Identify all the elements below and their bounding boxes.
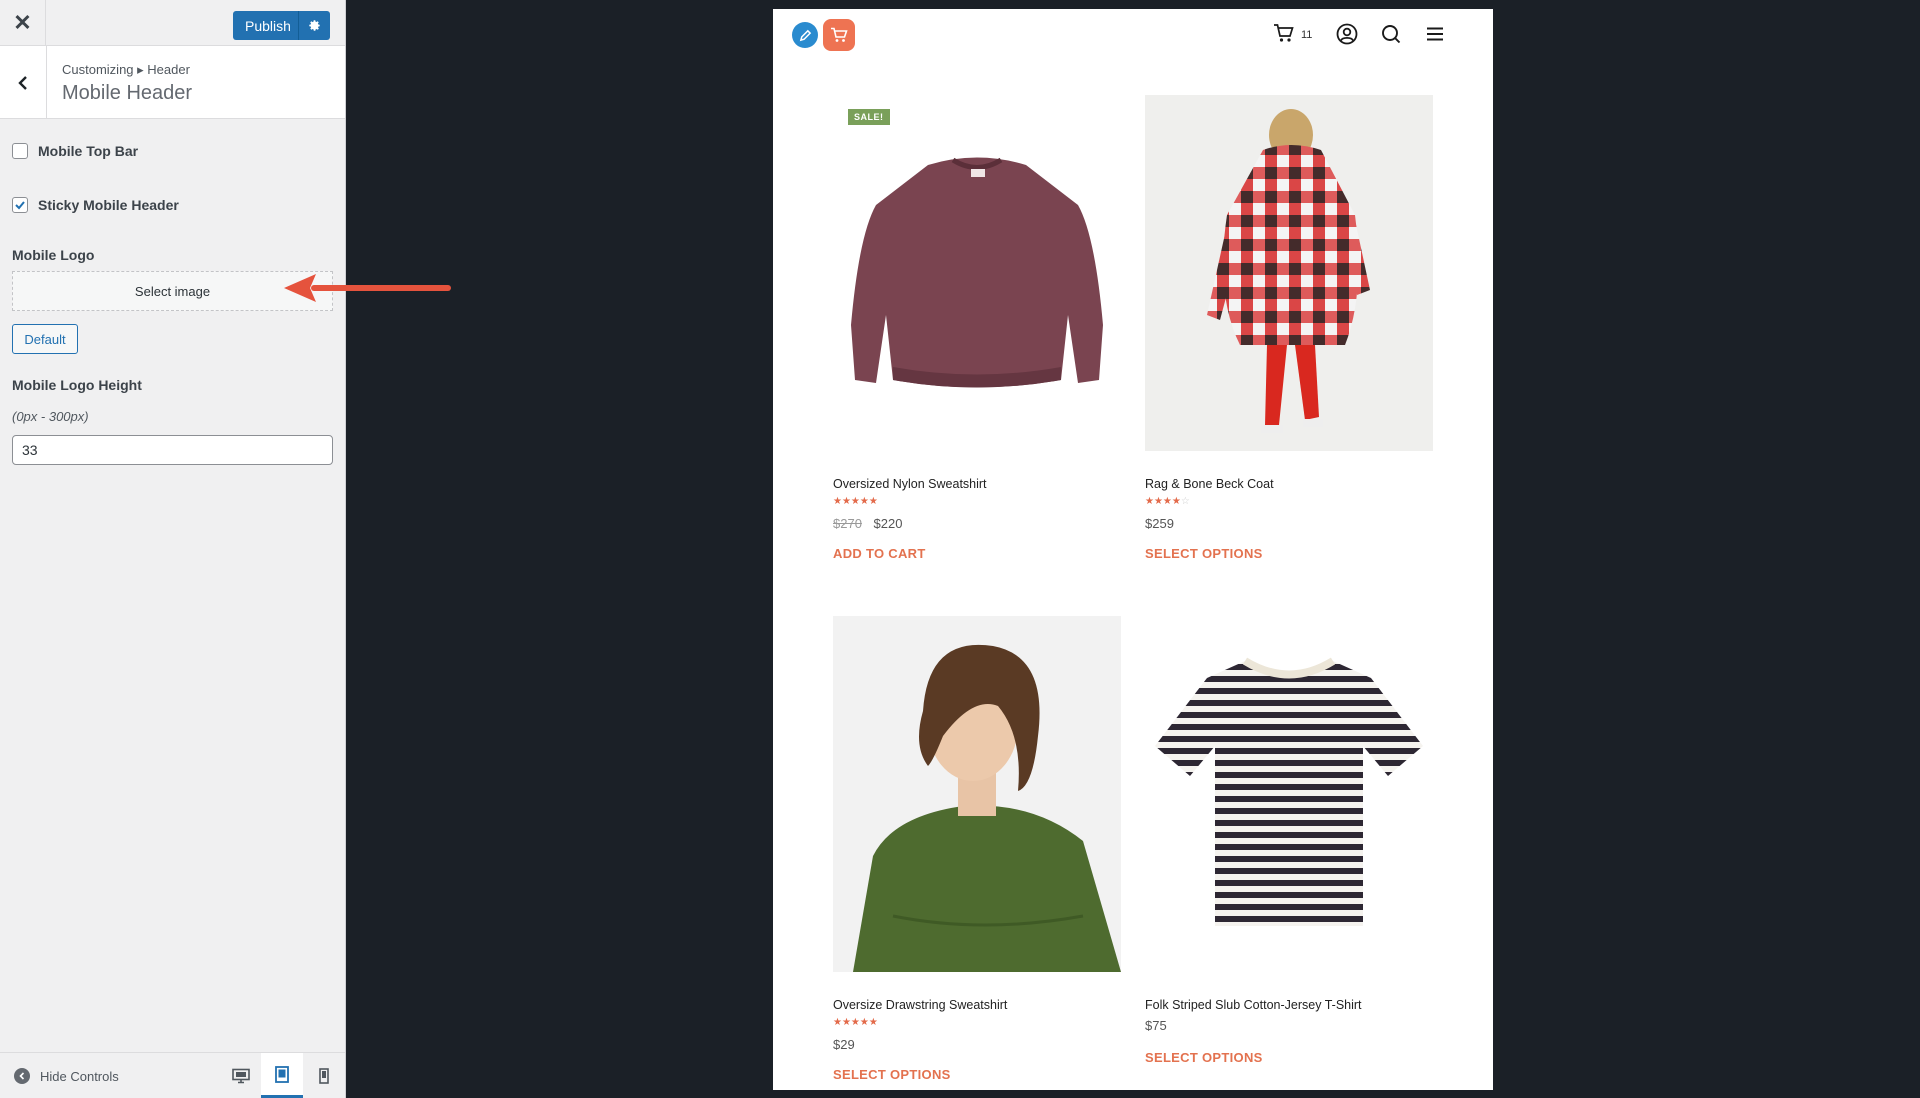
sticky-mobile-header-toggle[interactable]: Sticky Mobile Header: [12, 197, 179, 213]
shopping-cart-icon: [831, 27, 848, 42]
preview-desktop-button[interactable]: [220, 1053, 262, 1098]
hide-controls-label: Hide Controls: [40, 1068, 119, 1084]
price-value: $259: [1145, 516, 1174, 531]
publish-label: Publish: [245, 17, 291, 34]
price-value: $75: [1145, 1018, 1167, 1033]
site-preview: 11 SALE! Oversized Nylon Sweatshirt ★★★★…: [773, 9, 1493, 1090]
select-options-button[interactable]: SELECT OPTIONS: [1145, 1050, 1433, 1065]
product-price: $75: [1145, 1018, 1433, 1036]
mobile-logo-height-label: Mobile Logo Height: [12, 377, 142, 393]
section-title: Mobile Header: [62, 82, 193, 104]
sale-price: $220: [873, 516, 903, 531]
chevron-left-icon: [18, 75, 27, 90]
sale-badge: SALE!: [848, 109, 890, 125]
desktop-icon: [232, 1068, 250, 1084]
logo-height-range-description: (0px - 300px): [12, 409, 89, 424]
product-image[interactable]: SALE!: [833, 95, 1121, 451]
logo-height-input[interactable]: [12, 435, 333, 465]
product-image[interactable]: [1145, 616, 1433, 972]
price-value: $29: [833, 1037, 855, 1052]
search-button[interactable]: [1380, 23, 1402, 50]
original-price: $270: [833, 516, 862, 531]
customizer-sidebar: ✕ Publish Customizing ▸ Header Mobile He…: [0, 0, 346, 1098]
tablet-icon: [275, 1065, 289, 1083]
product-rating: ★★★★★: [833, 1017, 878, 1028]
publish-settings-button[interactable]: [298, 11, 330, 40]
pencil-icon: [799, 29, 811, 41]
gear-icon: [309, 20, 320, 31]
hamburger-icon: [1427, 27, 1443, 41]
product-price: $270 $220: [833, 516, 1121, 534]
product-price: $259: [1145, 516, 1433, 534]
product-card[interactable]: Rag & Bone Beck Coat ★★★★☆ $259 SELECT O…: [1145, 95, 1433, 561]
sticky-mobile-header-label: Sticky Mobile Header: [38, 197, 179, 213]
product-card[interactable]: SALE! Oversized Nylon Sweatshirt ★★★★★ $…: [833, 95, 1121, 561]
site-header: 11: [773, 9, 1493, 69]
annotation-arrow: [284, 274, 451, 302]
product-image[interactable]: [1145, 95, 1433, 451]
product-rating: ★★★★☆: [1145, 496, 1190, 507]
select-options-button[interactable]: SELECT OPTIONS: [833, 1067, 1121, 1082]
section-header: Customizing ▸ Header Mobile Header: [0, 46, 345, 119]
breadcrumb: Customizing ▸ Header: [62, 62, 190, 77]
product-name[interactable]: Rag & Bone Beck Coat: [1145, 477, 1433, 493]
close-icon: ✕: [13, 10, 32, 35]
collapse-icon: [14, 1068, 30, 1084]
product-name[interactable]: Oversize Drawstring Sweatshirt: [833, 998, 1121, 1014]
hide-controls-button[interactable]: Hide Controls: [14, 1053, 119, 1098]
product-name[interactable]: Folk Striped Slub Cotton-Jersey T-Shirt: [1145, 998, 1433, 1014]
mobile-logo-label: Mobile Logo: [12, 247, 95, 263]
preview-tablet-button[interactable]: [261, 1053, 303, 1098]
user-icon: [1336, 23, 1358, 45]
product-price: $29: [833, 1037, 1121, 1055]
cart-count: 11: [1301, 29, 1313, 41]
default-button[interactable]: Default: [12, 324, 78, 354]
customizer-topbar: ✕ Publish: [0, 0, 345, 46]
customizer-footer: Hide Controls: [0, 1052, 345, 1098]
product-card[interactable]: Folk Striped Slub Cotton-Jersey T-Shirt …: [1145, 616, 1433, 1065]
cart-icon: [1274, 24, 1294, 42]
publish-button[interactable]: Publish: [233, 11, 330, 40]
model-photo: [853, 644, 1121, 972]
close-customizer-button[interactable]: ✕: [0, 0, 46, 46]
checkmark-icon: [15, 201, 25, 210]
sticky-mobile-header-checkbox[interactable]: [12, 197, 28, 213]
edit-shortcut-button[interactable]: [792, 22, 818, 48]
coat-photo: [1207, 109, 1370, 433]
mobile-icon: [319, 1068, 329, 1084]
select-options-button[interactable]: SELECT OPTIONS: [1145, 546, 1433, 561]
site-logo[interactable]: [823, 19, 855, 51]
tshirt-illustration: [1155, 657, 1423, 926]
product-card[interactable]: Oversize Drawstring Sweatshirt ★★★★★ $29…: [833, 616, 1121, 1082]
header-cart-button[interactable]: [1273, 23, 1295, 48]
mobile-top-bar-label: Mobile Top Bar: [38, 143, 139, 159]
mobile-top-bar-checkbox[interactable]: [12, 143, 28, 159]
add-to-cart-button[interactable]: ADD TO CART: [833, 546, 1121, 561]
product-rating: ★★★★★: [833, 496, 878, 507]
menu-button[interactable]: [1424, 23, 1446, 50]
mobile-top-bar-toggle[interactable]: Mobile Top Bar: [12, 143, 138, 159]
back-button[interactable]: [0, 46, 47, 119]
product-image[interactable]: [833, 616, 1121, 972]
sweatshirt-illustration: [851, 157, 1103, 388]
search-icon: [1382, 25, 1401, 44]
account-button[interactable]: [1336, 23, 1358, 50]
preview-mobile-button[interactable]: [303, 1053, 345, 1098]
product-name[interactable]: Oversized Nylon Sweatshirt: [833, 477, 1121, 493]
